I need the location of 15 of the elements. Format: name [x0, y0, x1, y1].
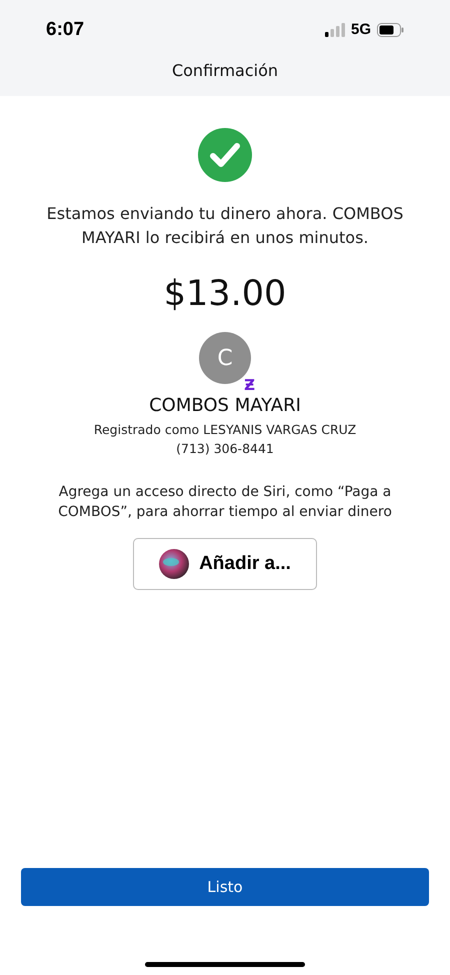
siri-icon [159, 549, 190, 579]
signal-icon [324, 23, 345, 37]
siri-message: Agrega un acceso directo de Siri, como “Paga a COMBOS”, para ahorrar tiempo al enviar dinero [57, 483, 393, 522]
add-to-siri-button[interactable]: Añadir a... [133, 538, 317, 590]
done-button[interactable]: Listo [21, 868, 429, 906]
check-icon [198, 128, 252, 182]
battery-icon [377, 23, 404, 37]
status-time: 6:07 [46, 18, 84, 42]
recipient-name: COMBOS MAYARI [149, 394, 301, 418]
registered-name: Registrado como LESYANIS VARGAS CRUZ [94, 421, 356, 439]
amount: $13.00 [164, 273, 286, 316]
confirmation-message: Estamos enviando tu dinero ahora. COMBOS MAYARI lo recibirá en unos minutos. [46, 203, 404, 249]
screen-title: Confirmación [172, 60, 278, 82]
phone-number: (713) 306-8441 [176, 440, 274, 458]
network-label: 5G [350, 20, 371, 40]
